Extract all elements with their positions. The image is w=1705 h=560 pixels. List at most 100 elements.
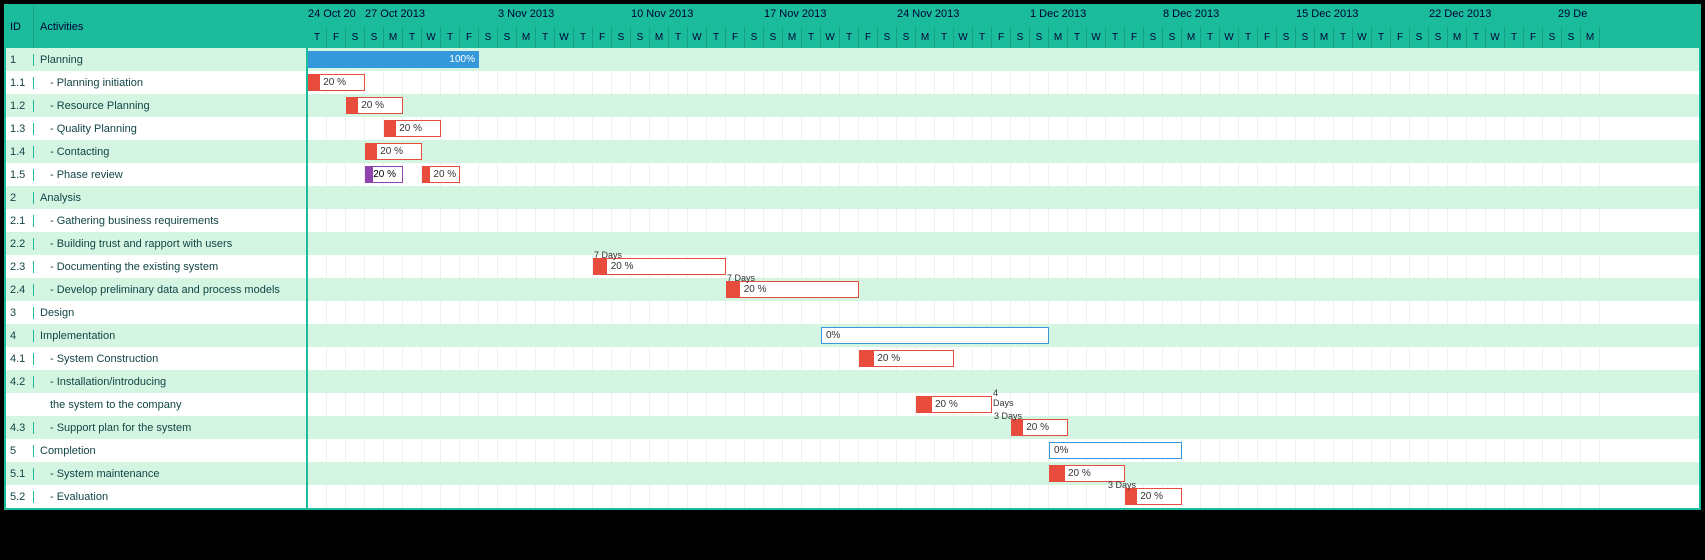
timeline-row: 20 %7 Days [308,255,1699,278]
day-header-cell: S [764,27,783,48]
day-header-cell: F [327,27,346,48]
task-name: - Gathering business requirements [34,215,306,227]
timeline-row: 20 % [308,347,1699,370]
task-row[interactable]: 4Implementation [6,324,306,347]
day-header-cell: W [1087,27,1106,48]
task-row[interactable]: 4.2- Installation/introducing [6,370,306,393]
day-header-cell: M [783,27,802,48]
task-row[interactable]: 3Design [6,301,306,324]
day-header-cell: F [593,27,612,48]
day-header-cell: W [1353,27,1372,48]
date-header: 27 Oct 2013 [365,8,425,20]
duration-caption: 7 Days [727,273,755,283]
task-id: 2.4 [6,284,34,296]
gantt-bar[interactable]: 20 % [346,97,403,114]
task-row[interactable]: the system to the company [6,393,306,416]
day-header-cell: F [726,27,745,48]
day-header-cell: M [517,27,536,48]
task-row[interactable]: 2.4- Develop preliminary data and proces… [6,278,306,301]
task-row[interactable]: 1.1- Planning initiation [6,71,306,94]
date-header: 24 Nov 2013 [897,8,959,20]
gantt-bar[interactable]: 20 %3 Days [1011,419,1068,436]
day-header-cell: T [1334,27,1353,48]
gantt-bar[interactable]: 100% [308,51,479,68]
task-name: - Resource Planning [34,100,306,112]
task-row[interactable]: 4.1- System Construction [6,347,306,370]
progress-label: 20 % [385,123,440,134]
task-name: - Support plan for the system [34,422,306,434]
day-header-cell: S [479,27,498,48]
duration-caption: 7 Days [594,250,622,260]
gantt-bar[interactable]: 20 % [365,166,403,183]
day-header-cell: M [1315,27,1334,48]
task-row[interactable]: 1.3- Quality Planning [6,117,306,140]
gantt-bar[interactable]: 0% [821,327,1049,344]
day-header-cell: M [1049,27,1068,48]
day-header-cell: W [1220,27,1239,48]
task-id: 2.2 [6,238,34,250]
day-header-cell: M [650,27,669,48]
day-header-cell: T [707,27,726,48]
task-id: 1.1 [6,77,34,89]
gantt-bar[interactable]: 20 %7 Days [726,281,859,298]
task-name: Planning [34,54,306,66]
task-row[interactable]: 2.3- Documenting the existing system [6,255,306,278]
day-header-cell: S [878,27,897,48]
day-header-cell: M [1182,27,1201,48]
day-header-cell: T [669,27,688,48]
task-id: 5.1 [6,468,34,480]
timeline-row [308,209,1699,232]
task-row[interactable]: 2Analysis [6,186,306,209]
timeline-row: 20 % [308,140,1699,163]
task-name: Completion [34,445,306,457]
timeline-row: 20 %7 Days [308,278,1699,301]
task-name: - Evaluation [34,491,306,503]
date-header: 17 Nov 2013 [764,8,826,20]
gantt-bar[interactable]: 20 %7 Days [593,258,726,275]
gantt-bar[interactable]: 20 % [859,350,954,367]
task-row[interactable]: 1Planning [6,48,306,71]
task-id: 2 [6,192,34,204]
task-row[interactable]: 1.5- Phase review [6,163,306,186]
day-header-cell: T [308,27,327,48]
task-row[interactable]: 5.2- Evaluation [6,485,306,508]
gantt-bar[interactable]: 20 %4 Days [916,396,992,413]
day-header-cell: T [802,27,821,48]
day-header-cell: F [1258,27,1277,48]
gantt-bar[interactable]: 20 % [308,74,365,91]
gantt-bar[interactable]: 20 % [384,120,441,137]
day-header-cell: T [1106,27,1125,48]
day-header-cell: M [916,27,935,48]
day-header-cell: S [1296,27,1315,48]
task-row[interactable]: 5.1- System maintenance [6,462,306,485]
task-row[interactable]: 5Completion [6,439,306,462]
day-header-cell: T [973,27,992,48]
task-row[interactable]: 4.3- Support plan for the system [6,416,306,439]
day-header-cell: S [1277,27,1296,48]
gantt-bar[interactable]: 20 % [365,143,422,160]
timeline-row: 20 % [308,94,1699,117]
task-row[interactable]: 2.1- Gathering business requirements [6,209,306,232]
task-row[interactable]: 1.2- Resource Planning [6,94,306,117]
day-header-cell: F [1391,27,1410,48]
day-header-cell: F [1524,27,1543,48]
progress-fill [366,167,373,182]
gantt-bar[interactable]: 20 % [422,166,460,183]
day-header-cell: F [859,27,878,48]
gantt-bar[interactable]: 0% [1049,442,1182,459]
task-name: - System maintenance [34,468,306,480]
task-name: Analysis [34,192,306,204]
day-header-cell: S [498,27,517,48]
timeline-row: 0% [308,439,1699,462]
task-row[interactable]: 1.4- Contacting [6,140,306,163]
day-header-cell: W [954,27,973,48]
task-row[interactable]: 2.2- Building trust and rapport with use… [6,232,306,255]
duration-caption: 4 Days [993,388,1014,408]
task-name: - Building trust and rapport with users [34,238,306,250]
day-header-cell: S [365,27,384,48]
day-header-cell: W [422,27,441,48]
duration-caption: 3 Days [994,411,1022,421]
id-column-header: ID [6,6,34,48]
gantt-bar[interactable]: 20 %3 Days [1125,488,1182,505]
date-header: 22 Dec 2013 [1429,8,1491,20]
